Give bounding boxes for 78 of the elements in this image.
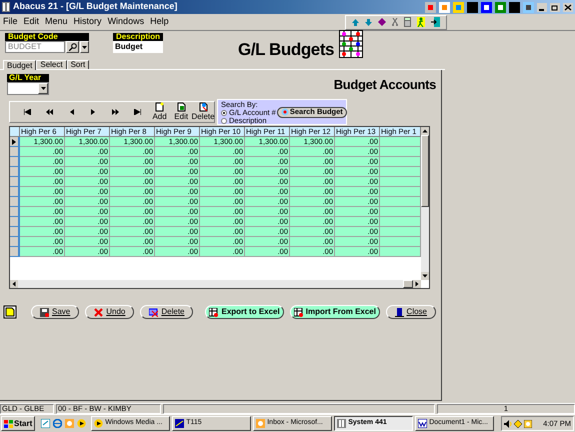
diamond-icon[interactable]: [378, 18, 386, 26]
tab[interactable]: Select: [36, 60, 67, 69]
current-row-icon: [12, 138, 16, 144]
media-player-icon: [94, 419, 104, 428]
tab[interactable]: Sort: [66, 60, 90, 69]
menu-item[interactable]: Help: [147, 15, 172, 29]
scroll-left-icon[interactable]: [10, 280, 18, 288]
scrollbar-thumb[interactable]: [403, 280, 413, 288]
door-icon: [394, 308, 404, 316]
horizontal-scrollbar[interactable]: [10, 280, 421, 288]
next-icon[interactable]: [90, 108, 97, 114]
tab[interactable]: Budget: [3, 60, 36, 70]
restore-icon[interactable]: [550, 2, 560, 12]
field-label: Description: [113, 33, 164, 41]
grid-corner: [10, 127, 20, 137]
menu-item[interactable]: Edit: [20, 15, 42, 29]
browser-icon[interactable]: [53, 419, 62, 428]
radio-button[interactable]: [221, 110, 227, 116]
section-title: Budget Accounts: [334, 78, 436, 92]
field-label: G/L Year: [7, 74, 49, 82]
scroll-right-icon[interactable]: [413, 280, 421, 288]
row-selector[interactable]: [10, 137, 20, 147]
caret-icon: [82, 46, 87, 48]
report-icon[interactable]: [3, 305, 17, 319]
previous-icon[interactable]: [68, 108, 75, 114]
vertical-scrollbar[interactable]: [421, 127, 429, 280]
media-player-icon[interactable]: [77, 419, 86, 428]
minimize-icon[interactable]: [537, 2, 547, 12]
running-person-icon[interactable]: [417, 17, 425, 27]
calculator-icon[interactable]: [404, 17, 411, 27]
first-record-icon[interactable]: [24, 108, 31, 114]
scrollbar-thumb[interactable]: [421, 135, 429, 207]
last-record-icon[interactable]: [134, 108, 142, 114]
desktop-icon[interactable]: [41, 419, 50, 428]
start-button[interactable]: Start: [1, 416, 36, 431]
budget-code-field[interactable]: BUDGET: [5, 41, 65, 53]
page-title: G/L Budgets: [238, 41, 334, 59]
record-button[interactable]: Add: [148, 102, 170, 121]
app-icon: [2, 2, 10, 12]
windows-logo-icon: [4, 420, 13, 428]
scroll-up-icon[interactable]: [421, 127, 429, 135]
lookup-button[interactable]: [66, 41, 79, 53]
action-button[interactable]: Delete: [140, 305, 194, 319]
exit-door-icon[interactable]: [431, 17, 440, 27]
window-title: Abacus 21 - [G/L Budget Maintenance]: [13, 0, 178, 14]
search-icon: [68, 43, 76, 51]
menu-item[interactable]: Menu: [42, 15, 71, 29]
tray-app-icon[interactable]: [514, 420, 522, 428]
dropdown-button[interactable]: [80, 41, 89, 53]
delete-record-icon: [149, 308, 158, 316]
arrow-down-icon[interactable]: [365, 18, 372, 26]
fast-forward-icon[interactable]: [112, 108, 120, 114]
field-label: Budget Code: [5, 33, 89, 41]
app-icon: [337, 419, 346, 428]
action-button[interactable]: Close: [386, 305, 436, 319]
record-button[interactable]: Edit: [170, 102, 192, 121]
year-dropdown[interactable]: [7, 82, 49, 95]
blank-icon[interactable]: [467, 2, 478, 12]
arrow-up-icon[interactable]: [352, 18, 359, 26]
caret-icon: [40, 87, 46, 90]
blank-icon[interactable]: [509, 2, 520, 12]
record-button[interactable]: Delete: [192, 102, 214, 121]
cross-icon: [94, 308, 104, 316]
scroll-down-icon[interactable]: [421, 272, 429, 280]
scissors-icon[interactable]: [392, 18, 398, 26]
action-button[interactable]: Save: [31, 305, 80, 319]
action-button[interactable]: Undo: [85, 305, 134, 319]
close-icon[interactable]: [563, 2, 573, 12]
mail-icon: [256, 419, 266, 428]
action-button[interactable]: Export to Excel: [205, 305, 284, 319]
action-button[interactable]: Import From Excel: [290, 305, 380, 319]
speaker-icon[interactable]: [504, 420, 512, 428]
menu-item[interactable]: File: [0, 15, 21, 29]
radio-button[interactable]: [221, 118, 227, 124]
rewind-icon[interactable]: [46, 108, 53, 114]
menu-item[interactable]: Windows: [104, 15, 148, 29]
description-field[interactable]: Budget: [113, 41, 164, 53]
menu-item[interactable]: History: [70, 15, 105, 29]
